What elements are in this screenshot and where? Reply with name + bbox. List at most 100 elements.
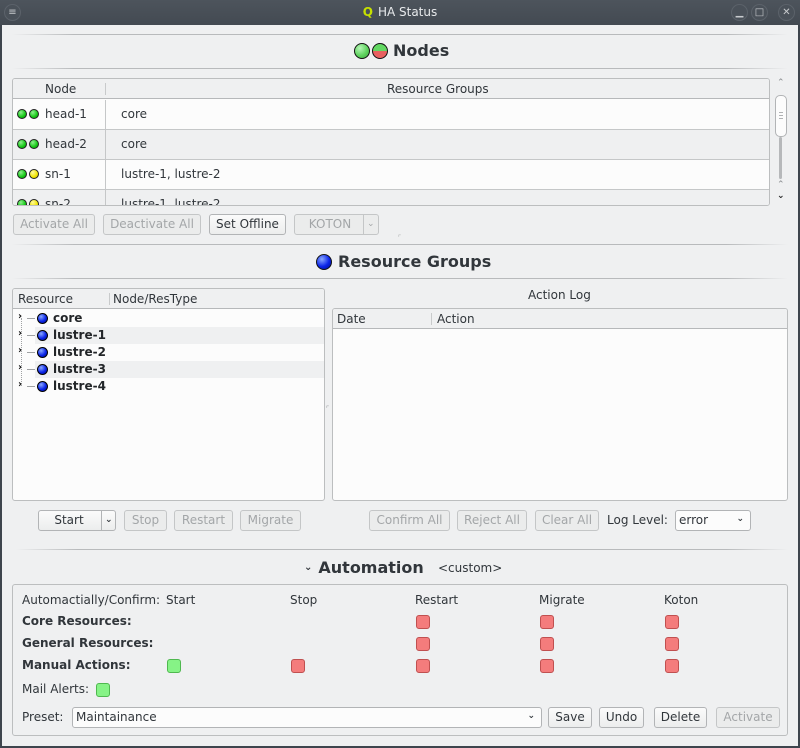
node-name: sn-1 [45, 167, 71, 181]
action-log-title: Action Log [528, 288, 591, 302]
node-row[interactable]: sn-2 lustre-1, lustre-2 [13, 190, 769, 205]
preset-tag: <custom> [438, 561, 503, 575]
status-yellow-icon [29, 199, 39, 205]
confirm-all-button[interactable]: Confirm All [369, 510, 450, 531]
col-resource-groups[interactable]: Resource Groups [387, 82, 489, 96]
stop-button[interactable]: Stop [124, 510, 167, 531]
core-koton-toggle[interactable] [665, 615, 679, 629]
window-title: HA Status [377, 5, 438, 19]
expand-arrow-icon[interactable]: › [18, 379, 22, 390]
manual-migrate-toggle[interactable] [540, 659, 554, 673]
col-resource[interactable]: Resource [18, 292, 73, 306]
tree-item[interactable]: › core [13, 310, 324, 327]
automation-title[interactable]: ⌄ Automation [304, 558, 424, 577]
close-icon[interactable]: ✕ [778, 4, 795, 21]
node-row[interactable]: head-2 core [13, 130, 769, 160]
status-green-icon [17, 169, 27, 179]
general-restart-toggle[interactable] [416, 637, 430, 651]
node-resource-groups: core [121, 107, 147, 121]
status-green-icon [17, 199, 27, 205]
undo-button[interactable]: Undo [599, 707, 644, 728]
log-level-label: Log Level: [607, 513, 668, 527]
expand-arrow-icon[interactable]: › [18, 362, 22, 373]
nodes-scrollbar[interactable]: ⌃ ⌃ ⌄ [774, 78, 788, 206]
reject-all-button[interactable]: Reject All [457, 510, 527, 531]
status-blue-icon [37, 313, 48, 324]
manual-stop-toggle[interactable] [291, 659, 305, 673]
col-stop: Stop [290, 593, 318, 607]
status-green-icon [17, 109, 27, 119]
chevron-down-icon[interactable]: ⌄ [367, 215, 375, 234]
expand-arrow-icon[interactable]: › [18, 328, 22, 339]
core-migrate-toggle[interactable] [540, 615, 554, 629]
nodes-table: Node Resource Groups head-1 core head-2 … [12, 78, 770, 206]
general-migrate-toggle[interactable] [540, 637, 554, 651]
nodes-table-header: Node Resource Groups [13, 79, 769, 99]
collapse-chevron-icon[interactable]: ⌄ [304, 562, 312, 573]
node-resource-groups: core [121, 137, 147, 151]
divider [12, 278, 788, 279]
main-window: ≡ Q HA Status ▁ □ ✕ Nodes Node Resource G… [0, 0, 800, 748]
activate-all-button[interactable]: Activate All [13, 214, 95, 235]
general-koton-toggle[interactable] [665, 637, 679, 651]
window-content: Nodes Node Resource Groups head-1 core h… [2, 25, 798, 746]
manual-restart-toggle[interactable] [416, 659, 430, 673]
action-log-table: Date Action [332, 308, 788, 501]
col-restart: Restart [415, 593, 459, 607]
core-restart-toggle[interactable] [416, 615, 430, 629]
nodes-status-ok-icon [354, 42, 370, 59]
divider [12, 34, 788, 35]
deactivate-all-button[interactable]: Deactivate All [103, 214, 201, 235]
preset-select[interactable]: Maintainance ⌄ [72, 707, 542, 728]
tree-item[interactable]: › lustre-2 [13, 344, 324, 361]
col-koton: Koton [664, 593, 699, 607]
scrollbar-handle[interactable] [775, 95, 787, 137]
node-row[interactable]: sn-1 lustre-1, lustre-2 [13, 160, 769, 190]
divider [12, 244, 788, 245]
start-button[interactable]: Start ⌄ [38, 510, 116, 531]
col-node[interactable]: Node [45, 82, 76, 96]
mail-alerts-toggle[interactable] [96, 683, 110, 697]
col-node-restype[interactable]: Node/ResType [113, 292, 197, 306]
col-start: Start [166, 593, 196, 607]
splitter-handle[interactable]: ⌜ [326, 405, 329, 413]
chevron-down-icon[interactable]: ⌄ [105, 511, 113, 530]
tree-item[interactable]: › lustre-4 [13, 378, 324, 395]
row-manual-actions: Manual Actions: [22, 658, 131, 672]
scroll-up-icon[interactable]: ⌃ [777, 78, 785, 88]
set-offline-button[interactable]: Set Offline [209, 214, 286, 235]
status-blue-icon [37, 364, 48, 375]
scroll-down-icon[interactable]: ⌄ [777, 191, 785, 201]
splitter-handle[interactable]: ⌜ [398, 234, 401, 242]
log-level-select[interactable]: error ⌄ [675, 510, 751, 531]
manual-koton-toggle[interactable] [665, 659, 679, 673]
migrate-button[interactable]: Migrate [240, 510, 301, 531]
chevron-down-icon: ⌄ [527, 711, 535, 721]
maximize-icon[interactable]: □ [751, 4, 768, 21]
status-green-icon [29, 139, 39, 149]
col-date[interactable]: Date [337, 312, 366, 326]
tree-item[interactable]: › lustre-1 [13, 327, 324, 344]
resource-tree: Resource Node/ResType › core › lustre-1 … [12, 288, 325, 501]
node-resource-groups: lustre-1, lustre-2 [121, 167, 221, 181]
row-core-resources: Core Resources: [22, 614, 132, 628]
delete-button[interactable]: Delete [654, 707, 707, 728]
title-bar: ≡ Q HA Status ▁ □ ✕ [0, 0, 800, 25]
expand-arrow-icon[interactable]: › [18, 311, 22, 322]
koton-button[interactable]: KOTON ⌄ [294, 214, 379, 235]
clear-all-button[interactable]: Clear All [535, 510, 599, 531]
scroll-up-icon[interactable]: ⌃ [777, 180, 785, 190]
save-button[interactable]: Save [548, 707, 592, 728]
col-action[interactable]: Action [437, 312, 475, 326]
node-row[interactable]: head-1 core [13, 100, 769, 130]
minimize-icon[interactable]: ▁ [731, 4, 748, 21]
automation-header-label: Automactially/Confirm: [22, 593, 161, 607]
expand-arrow-icon[interactable]: › [18, 345, 22, 356]
restart-button[interactable]: Restart [174, 510, 233, 531]
status-blue-icon [37, 330, 48, 341]
resource-groups-status-icon [316, 253, 332, 270]
tree-item[interactable]: › lustre-3 [13, 361, 324, 378]
manual-start-toggle[interactable] [167, 659, 181, 673]
activate-preset-button[interactable]: Activate [716, 707, 780, 728]
action-log-header: Date Action [333, 309, 787, 329]
